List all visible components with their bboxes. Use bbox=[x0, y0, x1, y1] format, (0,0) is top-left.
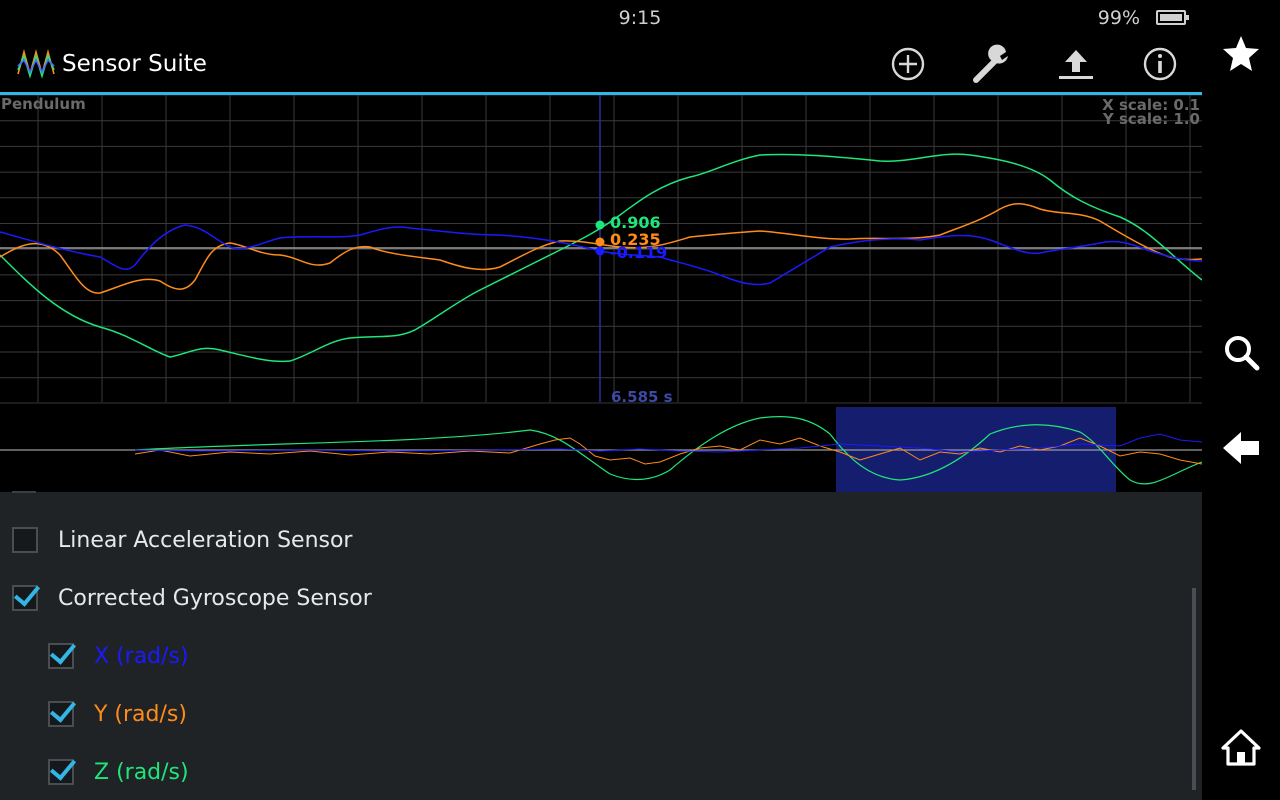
battery-percent: 99% bbox=[1097, 7, 1140, 29]
series-x-marker bbox=[595, 246, 605, 256]
axis-z-label: Z (rad/s) bbox=[94, 759, 189, 785]
export-button[interactable] bbox=[1056, 44, 1096, 84]
nav-bar bbox=[1202, 0, 1280, 800]
screen: 9:15 99% Sensor Suite Pendulum X scale: … bbox=[0, 0, 1280, 800]
axis-row-y[interactable]: Y (rad/s) bbox=[48, 694, 187, 734]
linear-acceleration-checkbox[interactable] bbox=[12, 527, 38, 553]
favorite-button[interactable] bbox=[1221, 34, 1261, 74]
series-z-line bbox=[0, 153, 1202, 363]
back-button[interactable] bbox=[1221, 428, 1261, 468]
battery-icon bbox=[1156, 10, 1189, 25]
home-icon bbox=[1221, 729, 1261, 766]
series-z-marker bbox=[595, 220, 605, 230]
sensor-row-corrected-gyroscope[interactable]: Corrected Gyroscope Sensor bbox=[12, 578, 372, 618]
axis-row-x[interactable]: X (rad/s) bbox=[48, 636, 189, 676]
status-time: 9:15 bbox=[618, 7, 662, 29]
corrected-gyroscope-checkbox[interactable] bbox=[12, 585, 38, 611]
overview-plot bbox=[0, 407, 1202, 492]
list-item-partial bbox=[12, 491, 36, 493]
axis-x-label: X (rad/s) bbox=[94, 643, 189, 669]
upload-icon bbox=[1059, 50, 1093, 79]
axis-z-checkbox[interactable] bbox=[48, 759, 74, 785]
settings-button[interactable] bbox=[972, 44, 1012, 84]
back-arrow-icon bbox=[1223, 432, 1259, 464]
add-button[interactable] bbox=[888, 44, 928, 84]
y-scale-label: Y scale: 1.0 bbox=[1102, 110, 1200, 128]
overview-strip[interactable] bbox=[0, 404, 1202, 492]
graph-plot bbox=[0, 95, 1202, 404]
add-circle-icon bbox=[891, 47, 925, 81]
list-scrollbar[interactable] bbox=[1192, 588, 1196, 790]
linear-acceleration-label: Linear Acceleration Sensor bbox=[58, 527, 353, 553]
series-y-marker bbox=[595, 237, 605, 247]
status-bar: 9:15 99% bbox=[0, 0, 1202, 36]
app-title: Sensor Suite bbox=[62, 51, 207, 77]
info-icon bbox=[1143, 47, 1177, 81]
wrench-icon bbox=[973, 44, 1008, 83]
search-button[interactable] bbox=[1221, 332, 1261, 372]
axis-x-checkbox[interactable] bbox=[48, 643, 74, 669]
sensor-graph[interactable]: Pendulum X scale: 0.1 Y scale: 1.0 0.906… bbox=[0, 95, 1202, 406]
home-button[interactable] bbox=[1221, 728, 1261, 768]
search-icon bbox=[1225, 336, 1260, 371]
star-icon bbox=[1223, 36, 1259, 71]
action-bar: Sensor Suite bbox=[0, 36, 1202, 92]
x-readout: -0.119 bbox=[610, 243, 668, 262]
axis-y-label: Y (rad/s) bbox=[94, 701, 187, 727]
axis-y-checkbox[interactable] bbox=[48, 701, 74, 727]
sensor-row-linear-acceleration[interactable]: Linear Acceleration Sensor bbox=[12, 520, 352, 560]
axis-row-z[interactable]: Z (rad/s) bbox=[48, 752, 189, 792]
sensor-list: Linear Acceleration Sensor Corrected Gyr… bbox=[0, 492, 1202, 800]
graph-title: Pendulum bbox=[1, 95, 86, 113]
corrected-gyroscope-label: Corrected Gyroscope Sensor bbox=[58, 585, 372, 611]
app-logo-icon bbox=[16, 46, 56, 82]
info-button[interactable] bbox=[1140, 44, 1180, 84]
